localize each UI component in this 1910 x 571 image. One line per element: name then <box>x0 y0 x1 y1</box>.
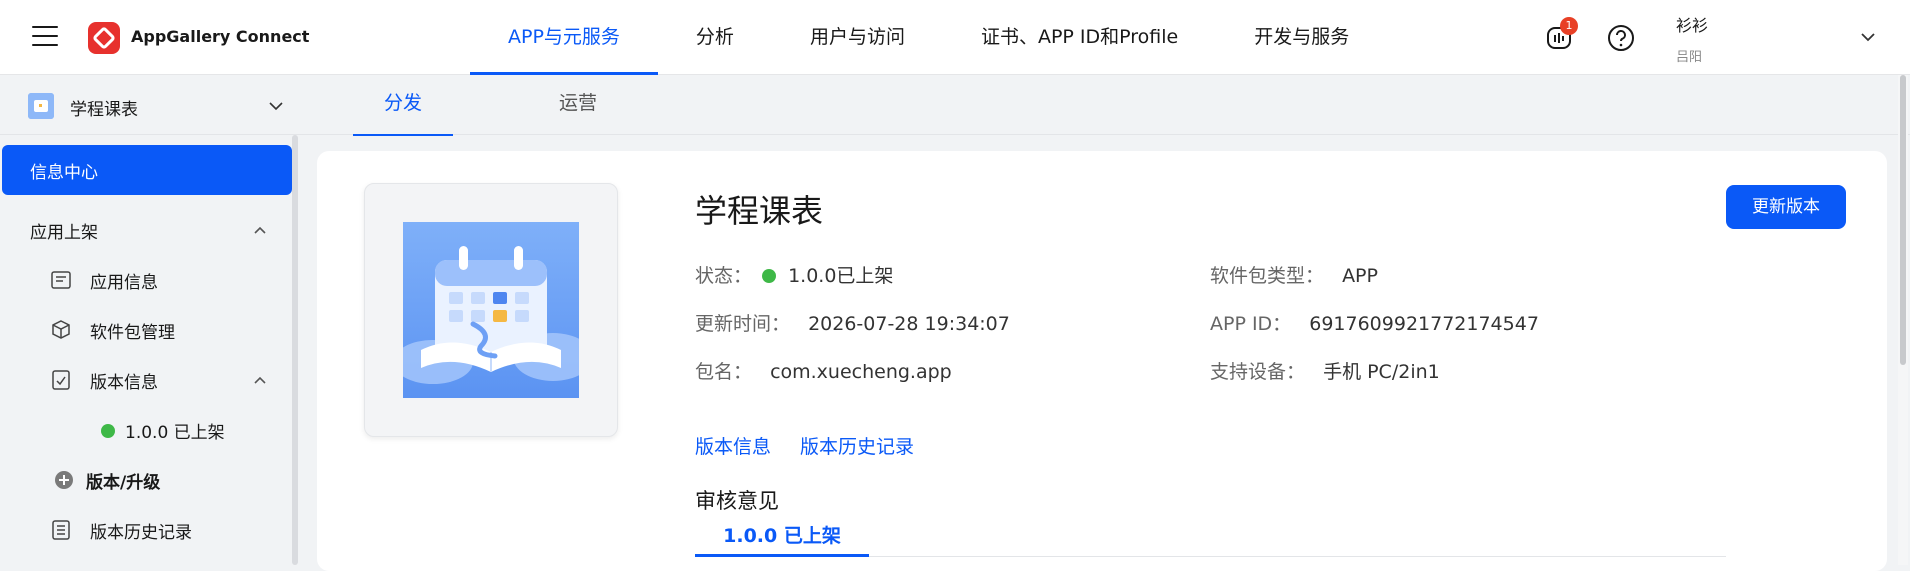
sidebar-item-label: 版本/升级 <box>86 473 161 493</box>
nav-users-access[interactable]: 用户与访问 <box>772 0 943 75</box>
history-document-icon <box>52 520 70 540</box>
version-history-link[interactable]: 版本历史记录 <box>800 432 914 459</box>
sidebar-item-version-1-0-0[interactable]: 1.0.0 已上架 <box>0 405 292 455</box>
help-icon[interactable] <box>1605 22 1637 54</box>
sidebar-item-label: 版本历史记录 <box>90 523 192 543</box>
sidebar: 信息中心 应用上架 应用信息 软件包管理 版本信息 1.0.0 已上架 版本/升… <box>0 135 295 565</box>
app-title: 学程课表 <box>695 192 824 230</box>
update-version-button[interactable]: 更新版本 <box>1726 185 1846 229</box>
sidebar-item-package-management[interactable]: 软件包管理 <box>0 305 292 355</box>
sidebar-item-label: 1.0.0 已上架 <box>125 423 225 443</box>
main-scrollbar[interactable] <box>1898 75 1908 565</box>
review-tab-divider <box>869 556 1726 557</box>
chevron-up-icon <box>254 226 266 234</box>
package-name-label: 包名： <box>695 361 753 383</box>
sidebar-item-label: 版本信息 <box>90 373 158 393</box>
sidebar-item-version-info[interactable]: 版本信息 <box>0 355 292 405</box>
notification-badge: 1 <box>1560 17 1578 35</box>
app-id-label: APP ID： <box>1210 313 1292 335</box>
review-comments-title: 审核意见 <box>695 489 779 513</box>
sidebar-item-label: 应用信息 <box>90 273 158 293</box>
brand-name[interactable]: AppGallery Connect <box>131 27 309 46</box>
tab-operations[interactable]: 运营 <box>528 75 628 134</box>
app-mini-icon <box>28 93 54 119</box>
chevron-up-icon <box>254 376 266 384</box>
sidebar-item-app-info[interactable]: 应用信息 <box>0 255 292 305</box>
appgallery-logo[interactable] <box>88 22 120 54</box>
chevron-down-icon[interactable] <box>268 99 284 113</box>
app-info-icon <box>51 271 71 289</box>
updated-time-row: 更新时间： 2026-07-28 19:34:07 <box>695 309 1010 336</box>
version-info-link[interactable]: 版本信息 <box>695 432 771 459</box>
app-icon-image <box>403 222 579 398</box>
package-name-row: 包名： com.xuecheng.app <box>695 357 952 384</box>
top-nav: APP与元服务 分析 用户与访问 证书、APP ID和Profile 开发与服务 <box>470 0 1387 75</box>
sidebar-item-add-version[interactable]: 版本/升级 <box>0 455 292 505</box>
supported-devices-value: 手机 PC/2in1 <box>1323 361 1440 383</box>
app-icon-frame <box>364 183 618 437</box>
sidebar-scrollbar[interactable] <box>292 135 298 565</box>
status-value: 1.0.0已上架 <box>788 265 894 287</box>
updated-time-label: 更新时间： <box>695 313 791 335</box>
plus-circle-icon <box>55 471 73 489</box>
package-name-value: com.xuecheng.app <box>770 361 952 383</box>
user-subtitle: 吕阳 <box>1676 50 1703 65</box>
app-id-row: APP ID： 6917609921772174547 <box>1210 309 1539 336</box>
sidebar-item-info-center[interactable]: 信息中心 <box>2 145 292 195</box>
updated-time-value: 2026-07-28 19:34:07 <box>808 313 1010 335</box>
sub-navigation-bar: 学程课表 分发 运营 <box>0 75 1910 136</box>
hamburger-menu-icon[interactable] <box>32 26 58 48</box>
package-type-value: APP <box>1342 265 1378 287</box>
sidebar-section-label: 应用上架 <box>30 223 98 243</box>
tab-distribution[interactable]: 分发 <box>353 75 453 136</box>
app-switcher-name: 学程课表 <box>70 100 138 120</box>
sidebar-item-label: 信息中心 <box>30 163 98 183</box>
version-info-icon <box>52 370 70 390</box>
status-label: 状态： <box>695 265 753 287</box>
sidebar-item-label: 软件包管理 <box>90 323 175 343</box>
chevron-down-icon[interactable] <box>1860 30 1876 44</box>
user-name[interactable]: 衫衫 <box>1676 12 1708 36</box>
scrollbar-thumb[interactable] <box>1900 75 1906 365</box>
supported-devices-row: 支持设备： 手机 PC/2in1 <box>1210 357 1440 384</box>
app-id-value: 6917609921772174547 <box>1309 313 1539 335</box>
package-type-row: 软件包类型： APP <box>1210 261 1378 288</box>
sidebar-item-version-history[interactable]: 版本历史记录 <box>0 505 292 555</box>
status-dot <box>101 424 115 438</box>
top-navigation-bar: AppGallery Connect APP与元服务 分析 用户与访问 证书、A… <box>0 0 1910 75</box>
sidebar-section-app-release[interactable]: 应用上架 <box>0 205 292 255</box>
supported-devices-label: 支持设备： <box>1210 361 1306 383</box>
status-row: 状态： 1.0.0已上架 <box>695 261 893 288</box>
package-type-label: 软件包类型： <box>1210 265 1325 287</box>
package-icon <box>52 320 70 339</box>
nav-analytics[interactable]: 分析 <box>658 0 772 75</box>
app-switcher[interactable]: 学程课表 <box>28 93 298 120</box>
nav-dev-services[interactable]: 开发与服务 <box>1216 0 1387 75</box>
nav-app-services[interactable]: APP与元服务 <box>470 0 658 75</box>
status-dot <box>762 269 777 283</box>
review-tab-1-0-0[interactable]: 1.0.0 已上架 <box>695 520 869 557</box>
nav-certificates[interactable]: 证书、APP ID和Profile <box>943 0 1216 75</box>
